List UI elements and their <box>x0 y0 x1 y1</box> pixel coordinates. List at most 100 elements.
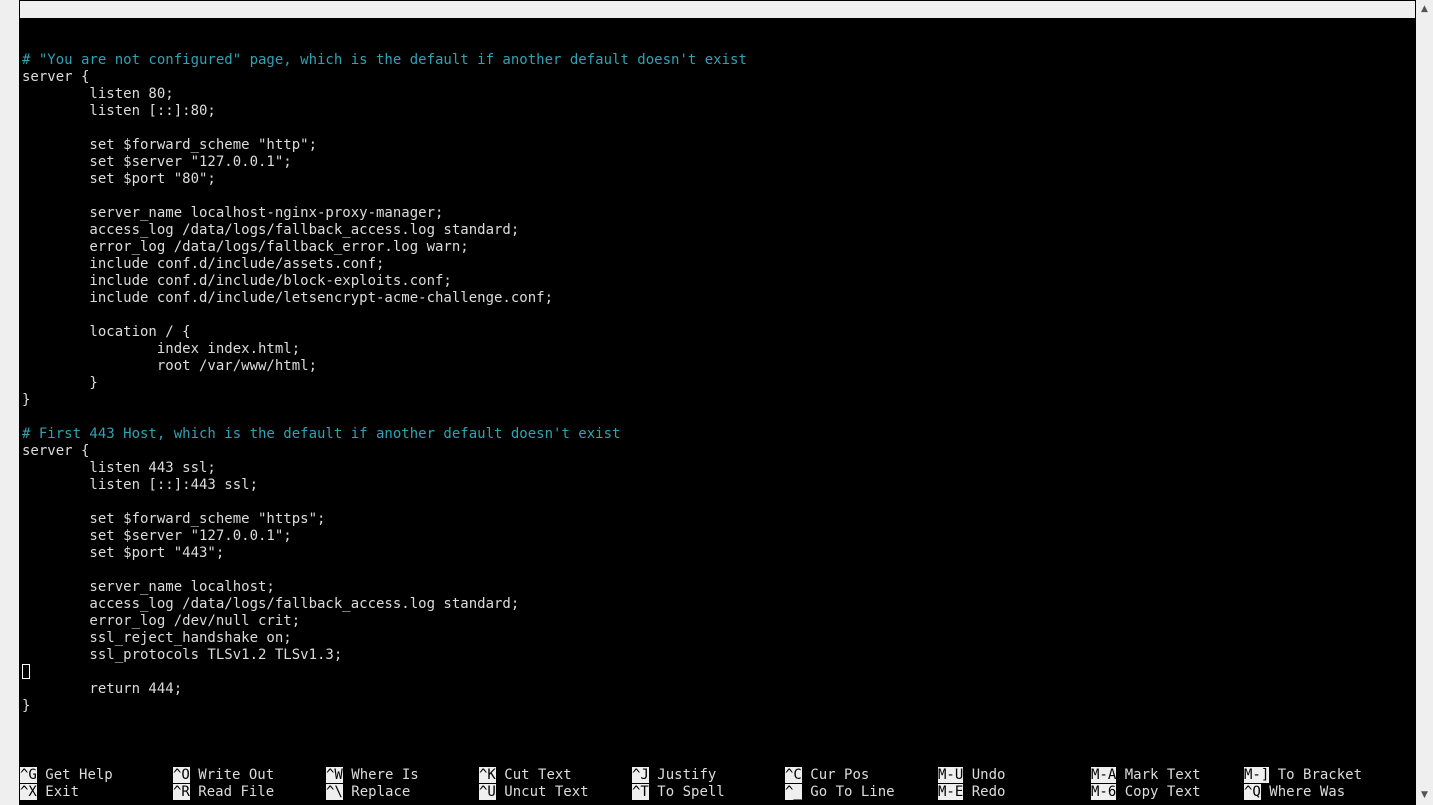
text-cursor <box>22 664 30 679</box>
shortcut-key: M-A <box>1091 767 1117 783</box>
shortcut-key: ^G <box>20 767 37 783</box>
code-line: } <box>22 392 31 408</box>
code-line: include conf.d/include/letsencrypt-acme-… <box>22 290 554 306</box>
shortcut-key: ^K <box>479 767 496 783</box>
shortcut-replace[interactable]: ^\ Replace <box>326 784 410 801</box>
shortcut-cut-text[interactable]: ^K Cut Text <box>479 767 572 784</box>
shortcut-write-out[interactable]: ^O Write Out <box>173 767 274 784</box>
shortcut-exit[interactable]: ^X Exit <box>20 784 79 801</box>
shortcut-uncut-text[interactable]: ^U Uncut Text <box>479 784 589 801</box>
code-line: set $port "443"; <box>22 545 225 561</box>
shortcut-key: ^X <box>20 784 37 800</box>
shortcut-label: Redo <box>971 784 1006 800</box>
shortcut-label: Read File <box>198 784 275 800</box>
shortcut-key: M-E <box>938 784 964 800</box>
nano-title-bar: /etc/nginx/conf.d/default.conf GNU nano … <box>20 1 1415 68</box>
shortcut-label: Cur Pos <box>810 767 870 783</box>
code-line: set $forward_scheme "https"; <box>22 511 326 527</box>
code-line: } <box>22 698 31 714</box>
code-line: include conf.d/include/assets.conf; <box>22 256 385 272</box>
shortcut-go-to-line[interactable]: ^_ Go To Line <box>785 784 895 801</box>
shortcut-key: M-6 <box>1091 784 1117 800</box>
code-line: index index.html; <box>22 341 301 357</box>
code-line <box>22 664 747 681</box>
shortcut-key: ^C <box>785 767 802 783</box>
shortcut-to-spell[interactable]: ^T To Spell <box>632 784 725 801</box>
shortcut-label: Justify <box>657 767 717 783</box>
code-line: root /var/www/html; <box>22 358 318 374</box>
shortcut-label: Uncut Text <box>504 784 589 800</box>
window-left-border <box>0 0 19 805</box>
shortcut-label: To Bracket <box>1277 767 1363 783</box>
code-line: location / { <box>22 324 191 340</box>
code-line: } <box>22 375 98 391</box>
shortcut-where-is[interactable]: ^W Where Is <box>326 767 419 784</box>
shortcut-redo[interactable]: M-E Redo <box>938 784 1005 801</box>
shortcut-key: M-] <box>1244 767 1270 783</box>
shortcut-key: ^_ <box>785 784 802 800</box>
shortcut-key: ^Q <box>1244 784 1261 800</box>
shortcut-label: Copy Text <box>1124 784 1201 800</box>
code-line: ssl_reject_handshake on; <box>22 630 292 646</box>
scroll-down-arrow-icon[interactable]: ▼ <box>1416 787 1433 804</box>
code-line: ssl_protocols TLSv1.2 TLSv1.3; <box>22 647 343 663</box>
shortcut-justify[interactable]: ^J Justify <box>632 767 716 784</box>
shortcut-get-help[interactable]: ^G Get Help <box>20 767 113 784</box>
code-line: set $server "127.0.0.1"; <box>22 154 292 170</box>
shortcut-label: Write Out <box>198 767 275 783</box>
editor-buffer[interactable]: # "You are not configured" page, which i… <box>22 35 747 715</box>
code-line: set $server "127.0.0.1"; <box>22 528 292 544</box>
shortcut-key: ^U <box>479 784 496 800</box>
shortcut-where-was[interactable]: ^Q Where Was <box>1244 784 1345 801</box>
shortcut-key: ^W <box>326 767 343 783</box>
shortcut-read-file[interactable]: ^R Read File <box>173 784 274 801</box>
scroll-up-arrow-icon[interactable]: ▲ <box>1416 1 1433 18</box>
code-line: server { <box>22 69 90 85</box>
shortcut-key: ^J <box>632 767 649 783</box>
shortcut-key: M-U <box>938 767 964 783</box>
code-line: access_log /data/logs/fallback_access.lo… <box>22 222 520 238</box>
code-line: listen [::]:443 ssl; <box>22 477 259 493</box>
code-line: include conf.d/include/block-exploits.co… <box>22 273 452 289</box>
shortcut-label: Where Is <box>351 767 419 783</box>
code-line: error_log /data/logs/fallback_error.log … <box>22 239 469 255</box>
modified-status: Modified <box>1329 52 1397 68</box>
code-line: server_name localhost-nginx-proxy-manage… <box>22 205 444 221</box>
shortcut-key: ^T <box>632 784 649 800</box>
shortcut-label: Undo <box>971 767 1006 783</box>
shortcut-cur-pos[interactable]: ^C Cur Pos <box>785 767 869 784</box>
shortcut-label: Go To Line <box>810 784 895 800</box>
code-line: listen [::]:80; <box>22 103 216 119</box>
shortcut-key: ^R <box>173 784 190 800</box>
code-line: server { <box>22 443 90 459</box>
comment-line: # "You are not configured" page, which i… <box>22 52 747 68</box>
code-line: listen 443 ssl; <box>22 460 216 476</box>
code-line: error_log /dev/null crit; <box>22 613 301 629</box>
nano-editor: /etc/nginx/conf.d/default.conf GNU nano … <box>20 0 1415 805</box>
shortcut-label: To Spell <box>657 784 725 800</box>
comment-line: # First 443 Host, which is the default i… <box>22 426 621 442</box>
shortcut-label: Exit <box>45 784 80 800</box>
code-line: server_name localhost; <box>22 579 275 595</box>
shortcut-mark-text[interactable]: M-A Mark Text <box>1091 767 1201 784</box>
shortcut-key: ^O <box>173 767 190 783</box>
shortcut-to-bracket[interactable]: M-] To Bracket <box>1244 767 1362 784</box>
shortcut-undo[interactable]: M-U Undo <box>938 767 1005 784</box>
shortcut-label: Where Was <box>1269 784 1346 800</box>
shortcut-label: Replace <box>351 784 411 800</box>
code-line: listen 80; <box>22 86 174 102</box>
shortcut-label: Mark Text <box>1124 767 1201 783</box>
shortcut-key: ^\ <box>326 784 343 800</box>
shortcut-bar: ^G Get Help ^O Write Out ^W Where Is ^K Cut… <box>20 767 1415 801</box>
code-line: return 444; <box>22 681 183 697</box>
vertical-scrollbar[interactable] <box>1416 0 1433 805</box>
shortcut-copy-text[interactable]: M-6 Copy Text <box>1091 784 1201 801</box>
shortcut-label: Cut Text <box>504 767 572 783</box>
